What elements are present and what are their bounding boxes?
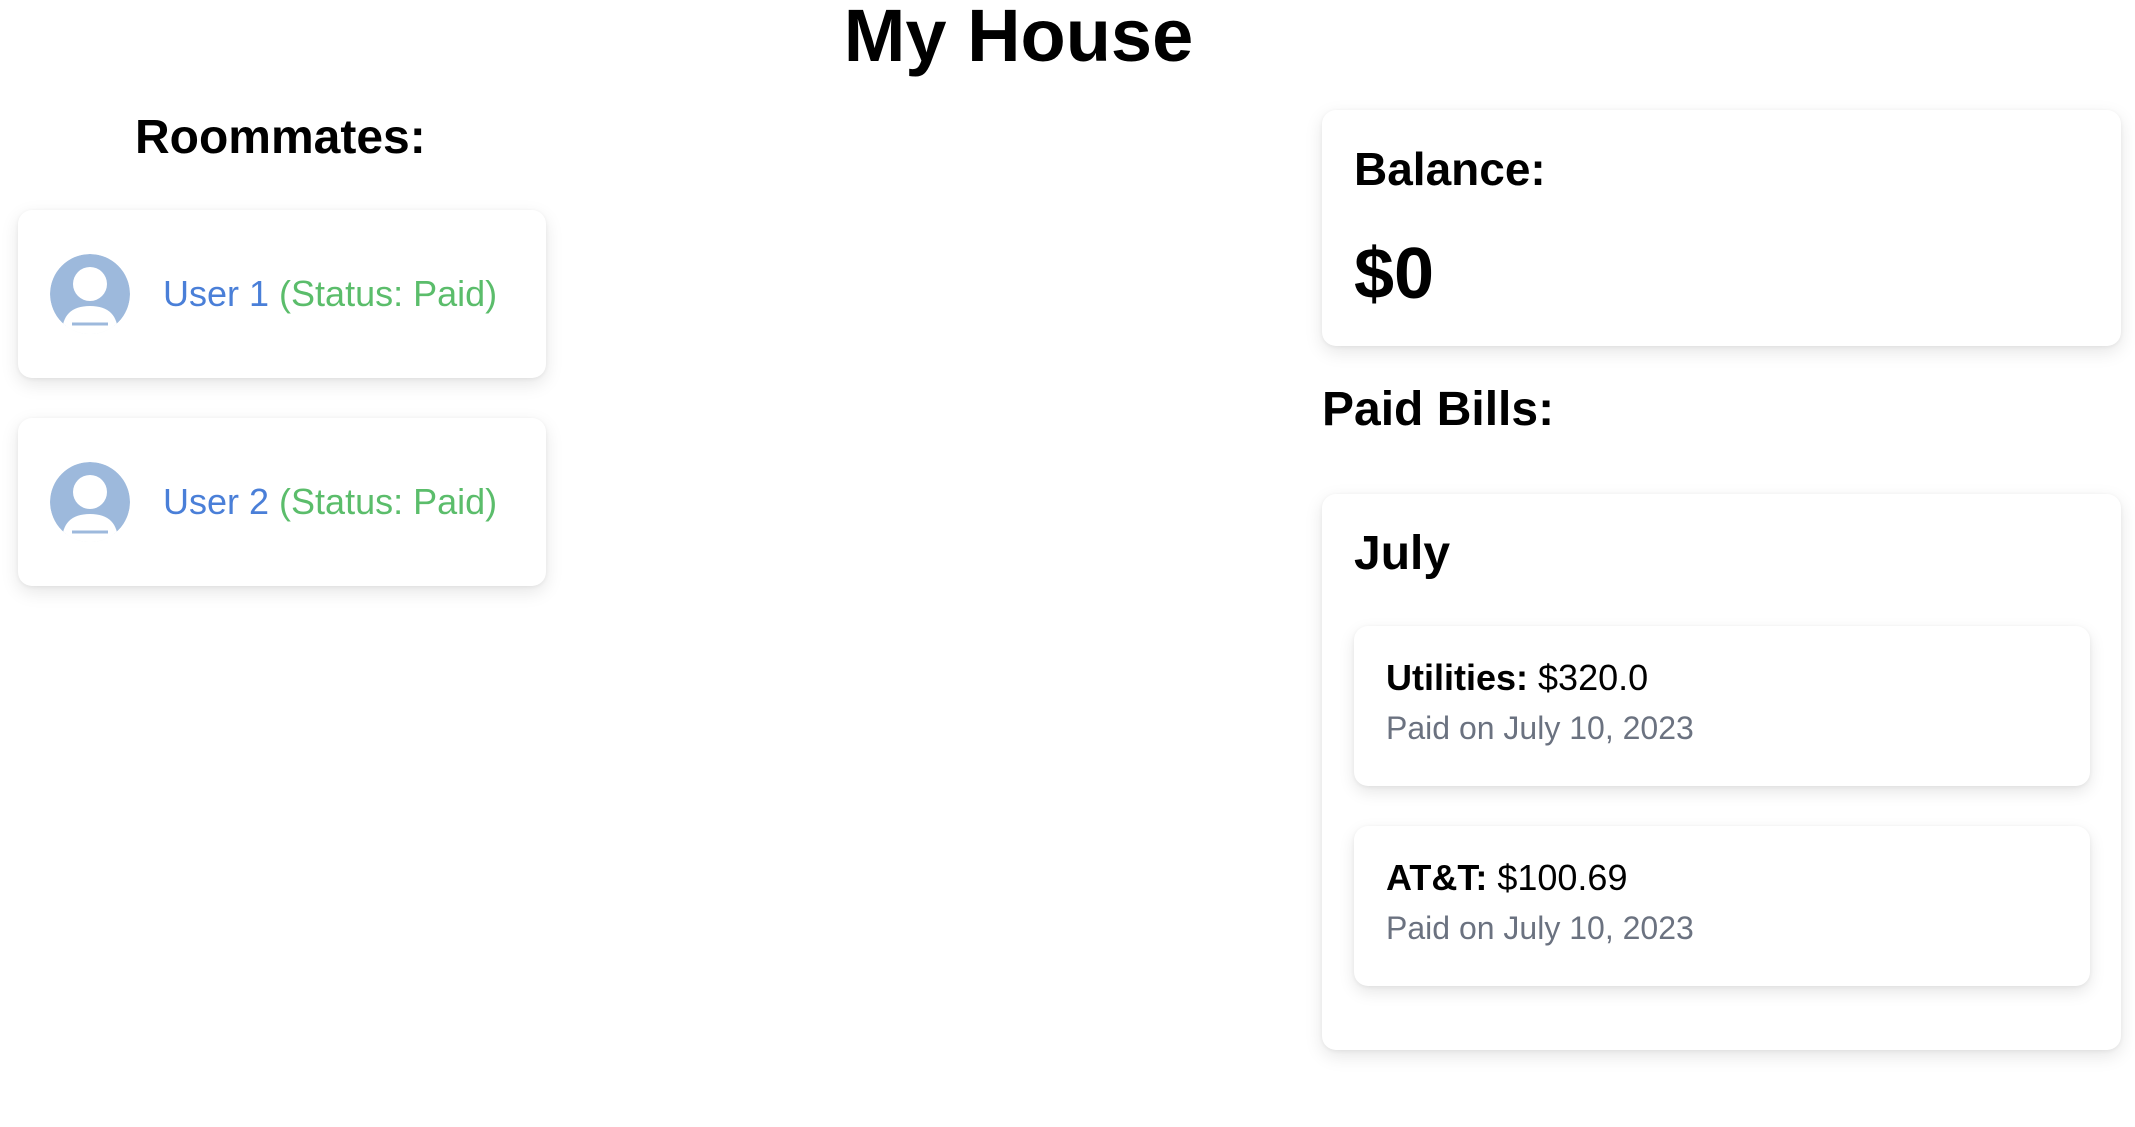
paid-bills-heading: Paid Bills: <box>1322 383 1555 436</box>
roommate-card[interactable]: User 2 (Status: Paid) <box>18 418 546 586</box>
bill-card[interactable]: Utilities: $320.0 Paid on July 10, 2023 <box>1354 626 2090 786</box>
roommates-heading: Roommates: <box>135 111 426 164</box>
month-title: July <box>1354 527 1451 580</box>
user-avatar-icon <box>50 254 130 334</box>
roommate-status: (Status: Paid) <box>279 481 498 522</box>
roommate-card[interactable]: User 1 (Status: Paid) <box>18 210 546 378</box>
bill-line: AT&T: $100.69 <box>1386 856 1627 900</box>
roommate-name[interactable]: User 2 <box>163 481 269 522</box>
balance-value: $0 <box>1354 234 1435 314</box>
bill-card[interactable]: AT&T: $100.69 Paid on July 10, 2023 <box>1354 826 2090 986</box>
balance-card: Balance: $0 <box>1322 110 2121 346</box>
bill-paid-date: Paid on July 10, 2023 <box>1386 710 1694 746</box>
bill-amount: $320.0 <box>1538 657 1649 698</box>
bill-amount: $100.69 <box>1497 857 1628 898</box>
user-avatar-icon <box>50 462 130 542</box>
bill-paid-date: Paid on July 10, 2023 <box>1386 910 1694 946</box>
bill-name: AT&T: <box>1386 857 1488 898</box>
roommate-name[interactable]: User 1 <box>163 273 269 314</box>
roommate-label: User 1 (Status: Paid) <box>163 272 497 316</box>
roommate-label: User 2 (Status: Paid) <box>163 480 497 524</box>
month-card: July Utilities: $320.0 Paid on July 10, … <box>1322 494 2121 1050</box>
balance-label: Balance: <box>1354 143 1546 195</box>
roommate-status: (Status: Paid) <box>279 273 498 314</box>
bill-line: Utilities: $320.0 <box>1386 656 1648 700</box>
page-title: My House <box>843 0 1194 77</box>
bill-name: Utilities: <box>1386 657 1529 698</box>
page: My House Roommates: User 1 (Status: Paid… <box>0 0 2135 1127</box>
